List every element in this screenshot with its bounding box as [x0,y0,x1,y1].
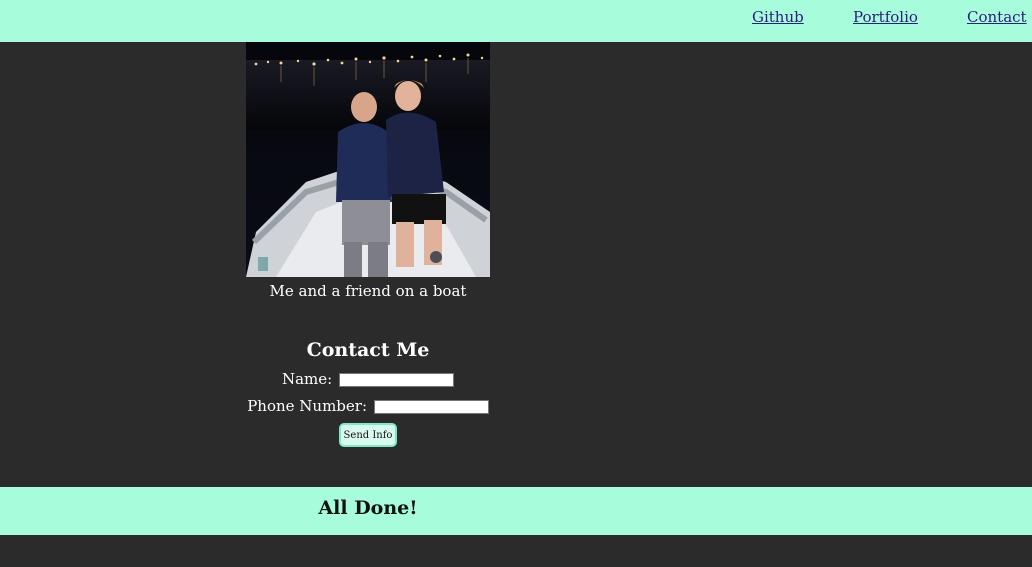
nav-link-github[interactable]: Github [752,8,804,26]
send-info-button[interactable]: Send Info [339,423,397,447]
phone-label: Phone Number: [247,397,368,415]
nav-link-contact[interactable]: Contact [967,8,1027,26]
name-row: Name: [230,370,506,388]
footer: All Done! [0,487,1032,535]
name-input[interactable] [339,373,454,387]
top-navigation: Github Portfolio Contact [0,0,1032,42]
contact-heading: Contact Me [306,339,430,361]
phone-row: Phone Number: [230,397,506,415]
boat-photo [246,42,490,277]
photo-caption: Me and a friend on a boat [269,282,467,300]
footer-text: All Done! [318,497,418,519]
phone-input[interactable] [373,400,489,414]
nav-link-portfolio[interactable]: Portfolio [853,8,918,26]
name-label: Name: [281,370,333,388]
